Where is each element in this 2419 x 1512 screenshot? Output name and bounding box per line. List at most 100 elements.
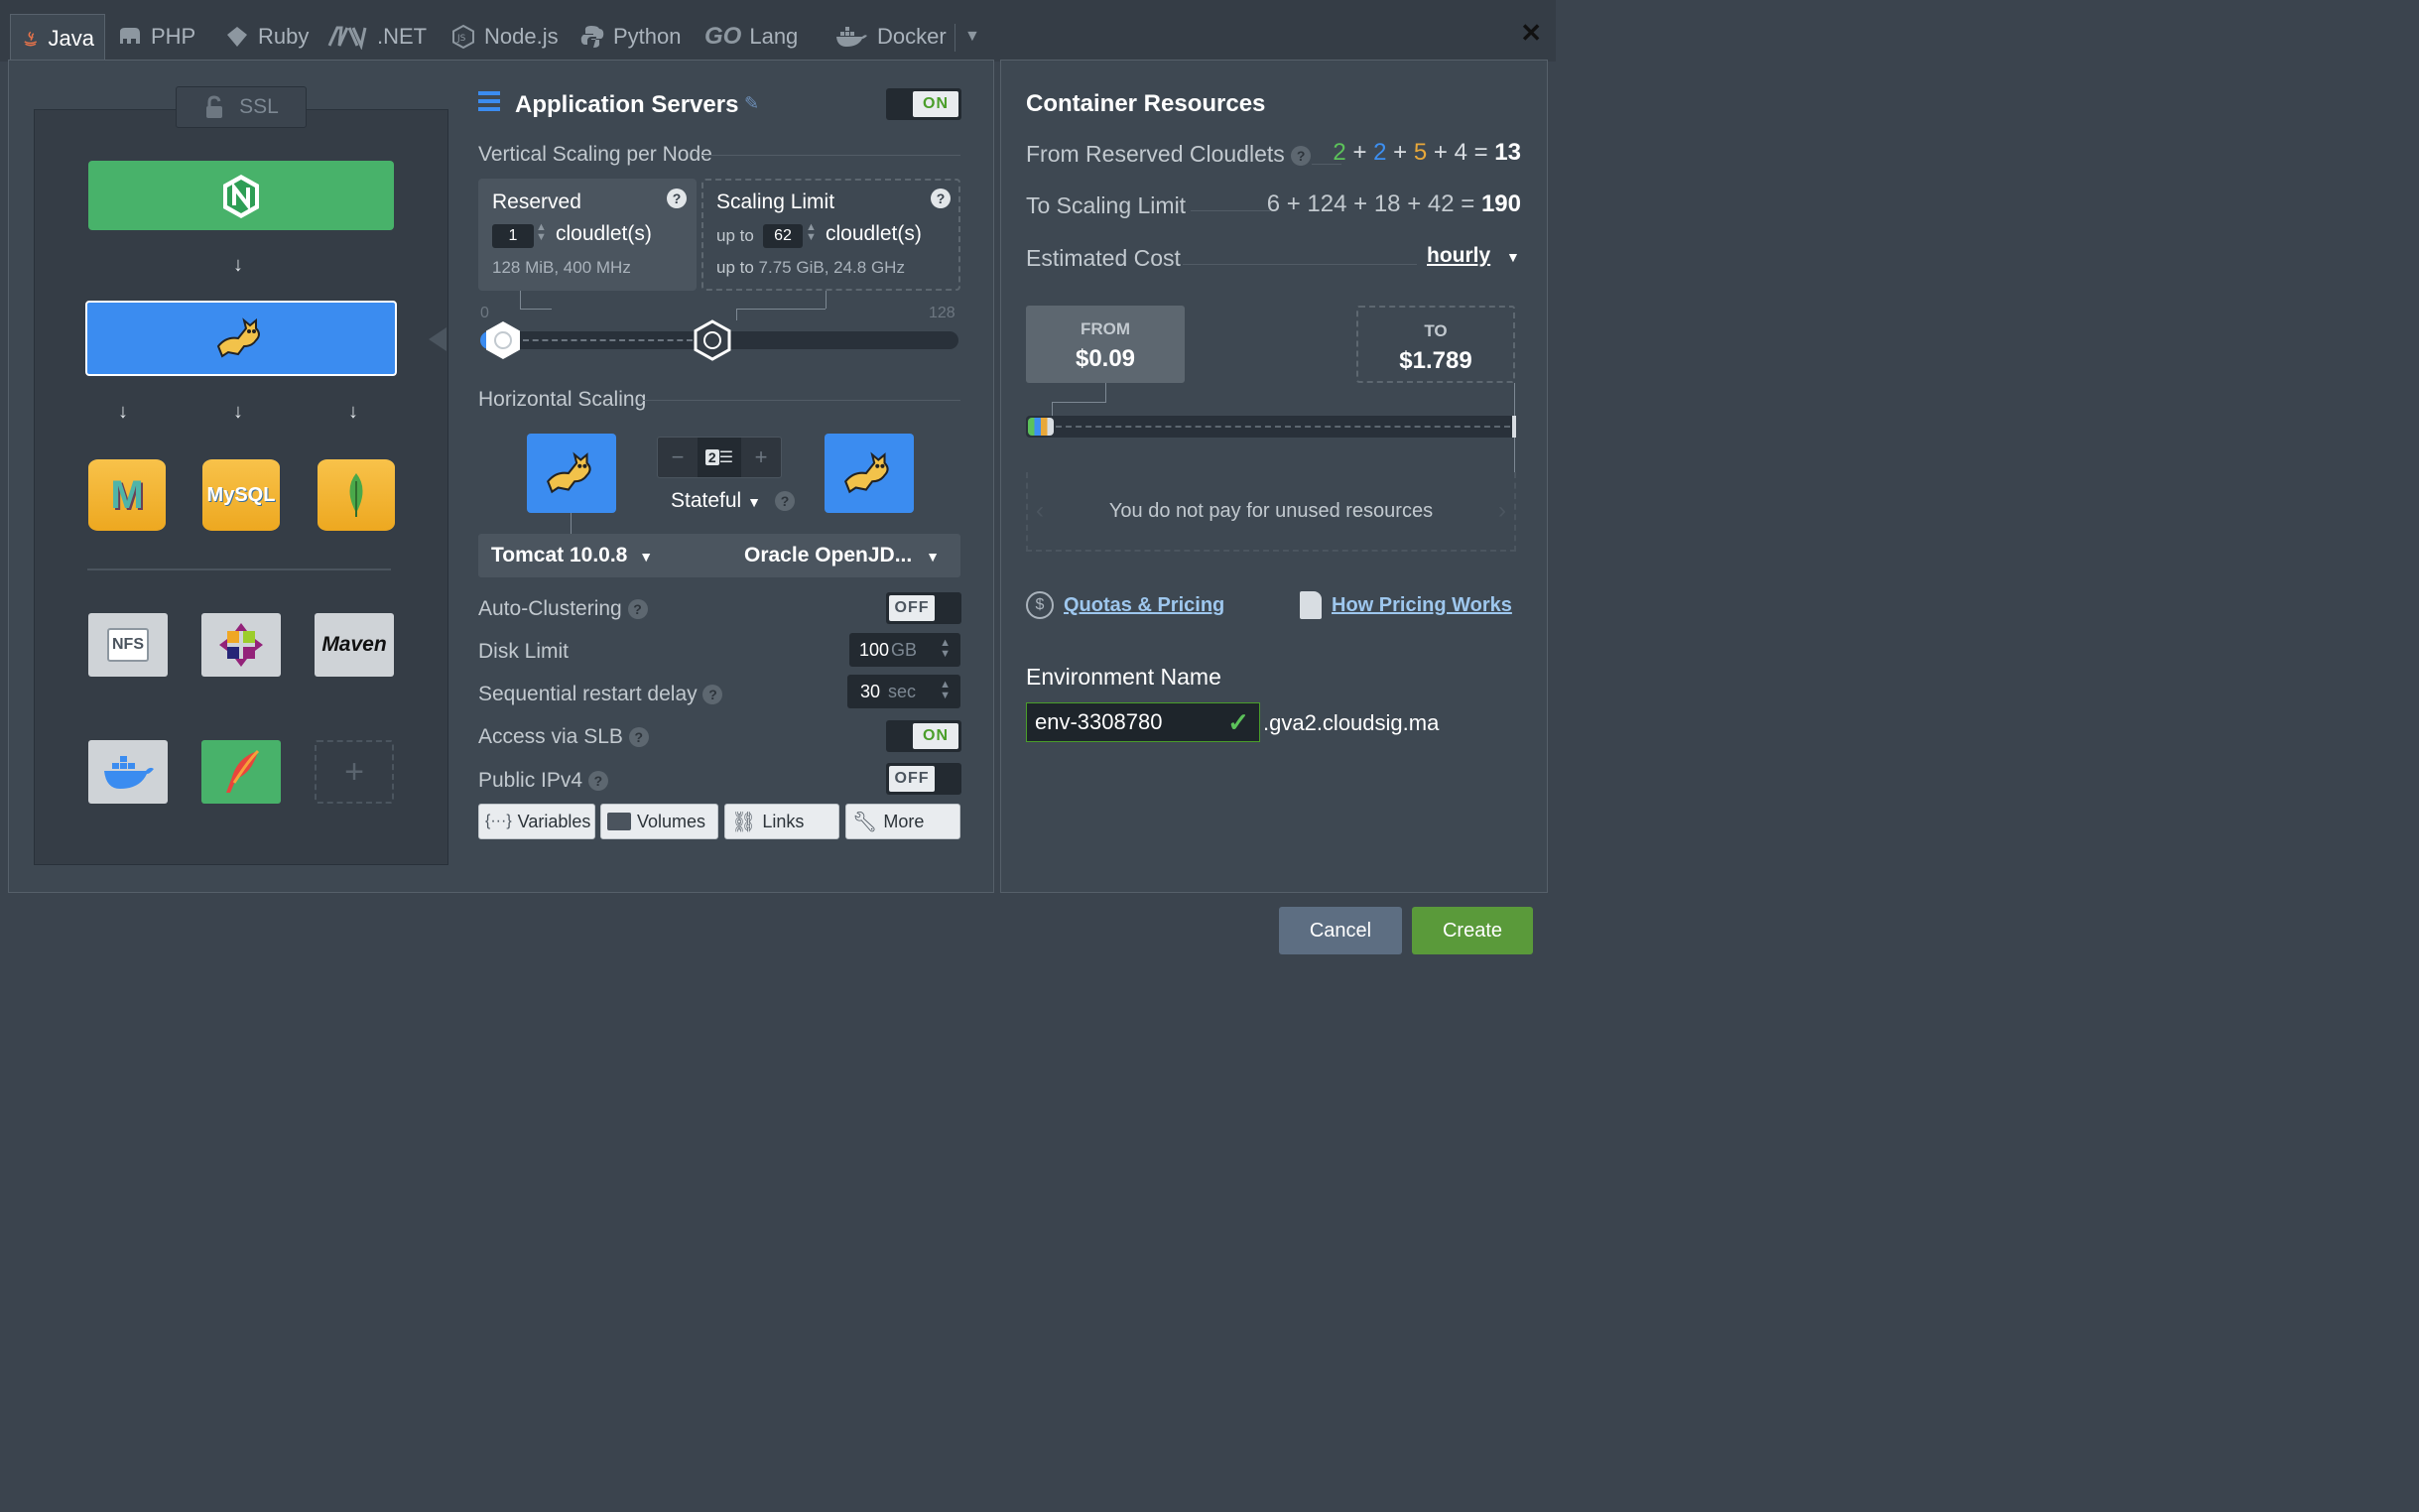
jdk-version-dropdown[interactable]: Oracle OpenJD... ▼ (744, 544, 940, 567)
app-servers-toggle[interactable]: ON (886, 88, 961, 120)
svg-text:JS: JS (456, 34, 466, 44)
reserved-cloudlets-input[interactable]: 1 (492, 224, 534, 248)
mariadb-node[interactable]: M (88, 459, 166, 531)
tab-nodejs[interactable]: JS Node.js (450, 14, 559, 60)
help-icon[interactable]: ? (628, 727, 649, 748)
limit-cloudlets-input[interactable]: 62 (763, 224, 803, 248)
plus-icon: + (344, 752, 364, 791)
braces-icon: {···} (485, 813, 512, 829)
restart-delay-input[interactable]: 30 sec ▲ ▼ (847, 675, 960, 708)
more-button[interactable]: 🔧︎ More (845, 804, 960, 839)
node-count-stepper[interactable]: − 2 ☰ + (657, 437, 782, 478)
spinner-arrows-icon[interactable]: ▲ ▼ (940, 680, 951, 701)
hexagon-handle-icon (486, 321, 521, 359)
dollar-circle-icon: $ (1026, 591, 1054, 619)
public-ipv4-toggle[interactable]: OFF (886, 763, 961, 795)
hamburger-icon[interactable] (478, 91, 500, 111)
chevron-left-icon[interactable]: ‹ (1036, 497, 1044, 525)
ssl-toggle[interactable]: SSL (176, 86, 307, 128)
arrow-down-icon: ↓ (118, 401, 128, 423)
environment-name-input[interactable]: env-3308780 ✓ (1026, 702, 1260, 742)
tabs-overflow-dropdown[interactable]: ▼ (964, 28, 980, 46)
reserved-info: 128 MiB, 400 MHz (492, 258, 631, 277)
environment-name-label: Environment Name (1026, 664, 1221, 690)
public-ipv4-row: Public IPv4 ? (478, 769, 608, 793)
limit-part: 124 (1307, 190, 1347, 217)
scaling-limit-sum: 6 + 124 + 18 + 42 = 190 (1266, 190, 1521, 217)
connector (520, 309, 552, 310)
centos-vps-node[interactable] (201, 613, 281, 677)
spinner-arrows-icon[interactable]: ▲ ▼ (806, 222, 817, 243)
tab-java[interactable]: Java (10, 14, 105, 62)
go-icon: GO (704, 23, 742, 50)
disk-limit-input[interactable]: 100 GB ▲ ▼ (849, 633, 960, 667)
cancel-button[interactable]: Cancel (1279, 907, 1402, 954)
chevron-right-icon[interactable]: › (1498, 497, 1506, 525)
links-button[interactable]: ⛓ Links (724, 804, 839, 839)
docker-container-node[interactable] (88, 740, 168, 804)
caret-down-icon: ▼ (926, 549, 940, 565)
tab-go[interactable]: GO Lang (704, 14, 798, 60)
nginx-load-balancer-node[interactable] (88, 161, 394, 230)
auto-clustering-toggle[interactable]: OFF (886, 592, 961, 624)
hexagon-handle-icon (694, 319, 731, 361)
variables-button[interactable]: {···} Variables (478, 804, 595, 839)
reserved-part: 4 (1454, 139, 1467, 166)
how-pricing-works-link[interactable]: How Pricing Works (1300, 591, 1512, 619)
help-icon[interactable]: ? (702, 685, 723, 705)
cost-period-dropdown[interactable]: hourly ▼ (1427, 244, 1520, 268)
reserved-slider-handle[interactable] (482, 319, 524, 366)
tab-dotnet[interactable]: .NET (325, 14, 427, 60)
tomcat-node-2[interactable] (825, 434, 914, 513)
spinner-arrows-icon[interactable]: ▲ ▼ (940, 638, 951, 660)
reserved-cloudlets-sum: 2 + 2 + 5 + 4 = 13 (1333, 139, 1521, 166)
reserved-part: 5 (1413, 139, 1428, 166)
server-version-dropdown[interactable]: Tomcat 10.0.8 ▼ (491, 544, 653, 567)
cost-breakdown-fill (1028, 418, 1054, 436)
limit-slider-handle[interactable] (692, 319, 733, 366)
slb-access-toggle[interactable]: ON (886, 720, 961, 752)
maven-build-node[interactable]: Maven (315, 613, 394, 677)
create-button[interactable]: Create (1412, 907, 1533, 954)
quotas-pricing-link[interactable]: $ Quotas & Pricing (1026, 591, 1224, 619)
limit-total: 190 (1480, 190, 1521, 217)
nfs-storage-node[interactable]: NFS (88, 613, 168, 677)
help-icon[interactable]: ? (667, 189, 687, 208)
tomcat-node-1[interactable] (527, 434, 616, 513)
help-icon[interactable]: ? (1291, 145, 1312, 166)
tab-docker[interactable]: Docker (833, 14, 947, 60)
edit-pencil-icon[interactable]: ✎ (744, 93, 759, 114)
apache-feather-node[interactable] (201, 740, 281, 804)
tab-python[interactable]: Python (579, 14, 682, 60)
tab-ruby[interactable]: Ruby (224, 14, 309, 60)
help-icon[interactable]: ? (587, 771, 608, 792)
limit-part: 18 (1373, 190, 1401, 217)
decrement-button[interactable]: − (658, 444, 698, 470)
slider-limit-range (523, 339, 694, 341)
scaling-limit-label: To Scaling Limit (1026, 192, 1187, 218)
caret-down-icon: ▼ (747, 494, 761, 510)
add-node-button[interactable]: + (315, 740, 394, 804)
php-elephant-icon (120, 28, 140, 44)
mysql-node[interactable]: MySQL (202, 459, 280, 531)
reserved-part: 2 (1373, 139, 1387, 166)
close-icon[interactable]: ✕ (1520, 18, 1542, 49)
limit-info: 7.75 GiB, 24.8 GHz (758, 258, 905, 277)
help-icon[interactable]: ? (627, 599, 648, 620)
volumes-button[interactable]: Volumes (600, 804, 718, 839)
tab-php[interactable]: PHP (117, 14, 195, 60)
increment-button[interactable]: + (741, 444, 781, 470)
docker-whale-icon (104, 756, 154, 789)
scaling-mode-dropdown[interactable]: Stateful ▼ (671, 489, 761, 513)
language-tabbar: Java PHP Ruby .NET JS Node.js Python GO … (0, 0, 1556, 62)
slider-max-label: 128 (929, 305, 955, 321)
tomcat-app-server-node[interactable] (85, 301, 397, 376)
spinner-arrows-icon[interactable]: ▲ ▼ (536, 222, 547, 243)
disk-limit-label: Disk Limit (478, 640, 570, 663)
reserved-part: 2 (1333, 139, 1346, 166)
help-icon[interactable]: ? (775, 491, 795, 511)
mongodb-node[interactable] (318, 459, 395, 531)
help-icon[interactable]: ? (931, 189, 951, 208)
folder-icon (607, 813, 631, 830)
cost-range-dashes (1056, 426, 1510, 428)
